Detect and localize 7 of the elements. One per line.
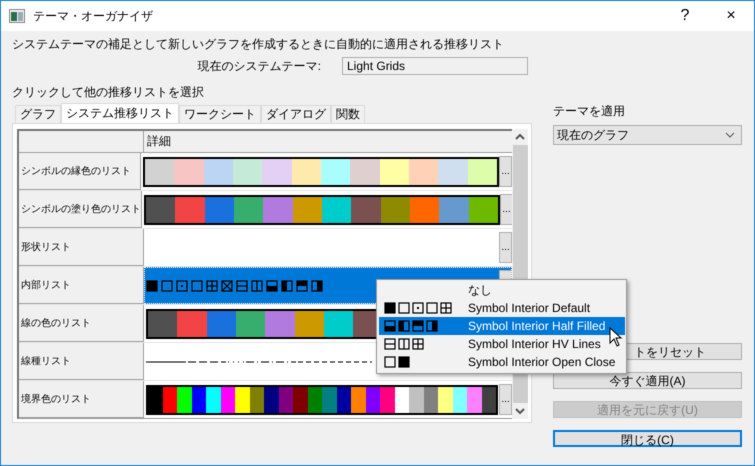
description-text: システムテーマの補足として新しいグラフを作成するときに自動的に適用される推移リスト: [12, 36, 505, 52]
current-theme-label: 現在のシステムテーマ:: [196, 58, 321, 74]
column-header: 詳細: [144, 131, 512, 152]
current-theme-field: Light Grids: [342, 57, 528, 75]
instruction-text: クリックして他の推移リストを選択: [12, 84, 205, 100]
apply-theme-label: テーマを適用: [553, 103, 626, 119]
window-title: テーマ・オーガナイザ: [33, 8, 153, 24]
